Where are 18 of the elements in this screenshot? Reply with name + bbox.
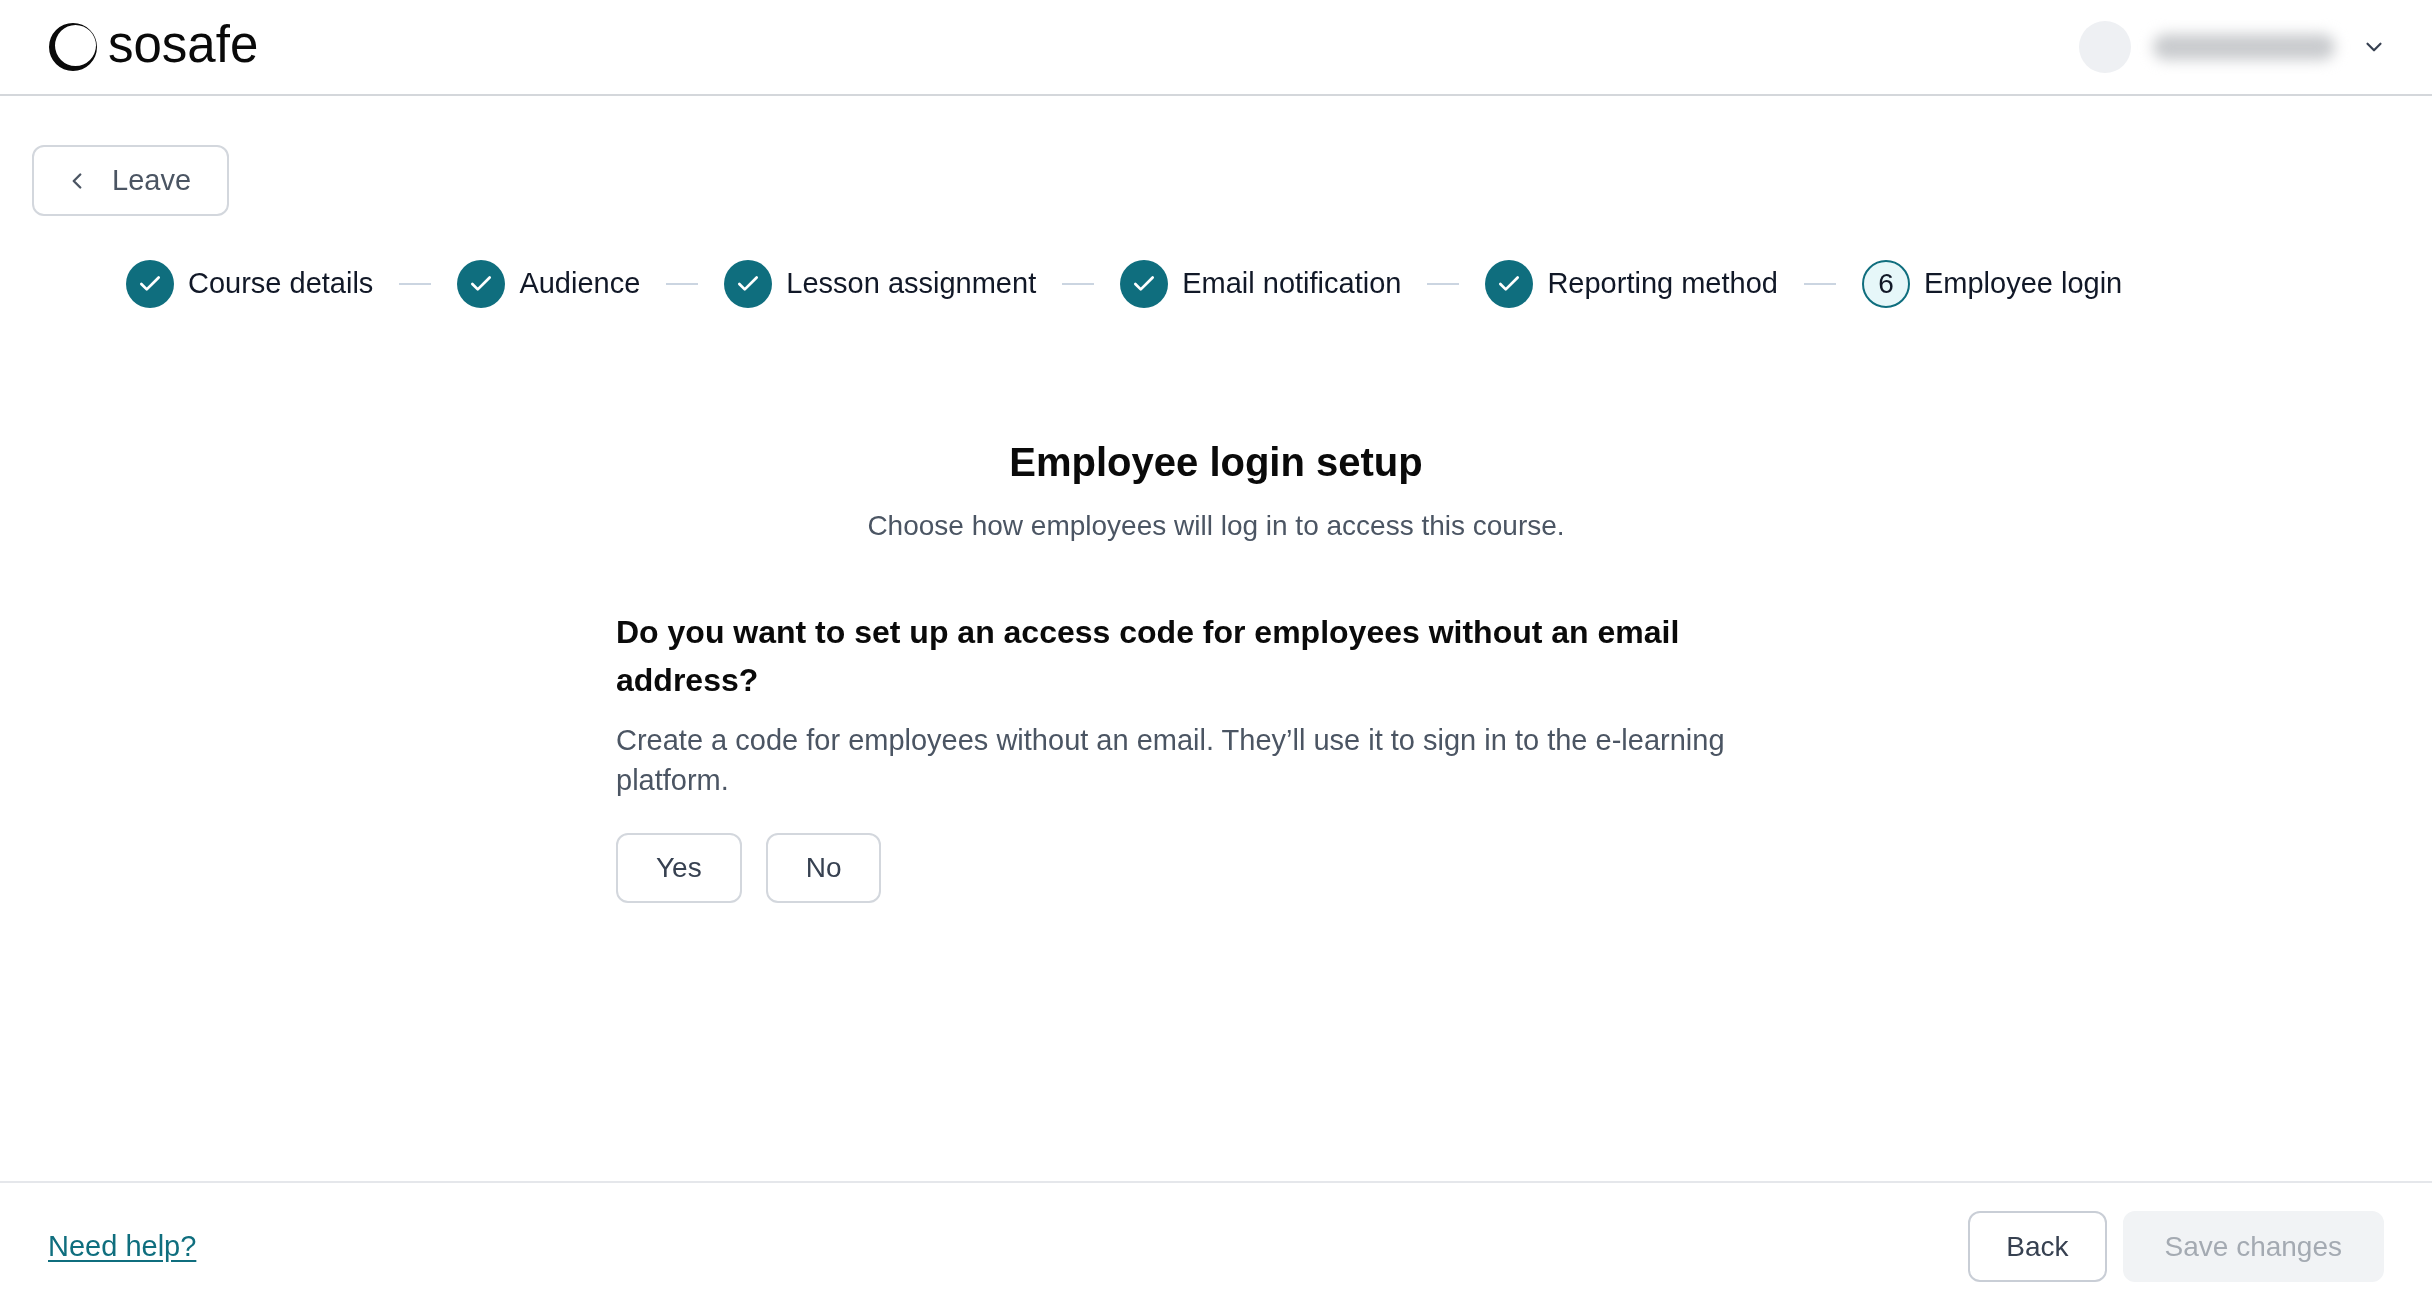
footer-button[interactable]: Back: [1968, 1211, 2107, 1282]
option-button[interactable]: Yes: [616, 833, 742, 903]
question-text: Do you want to set up an access code for employees without an email address?: [616, 613, 1681, 700]
page-subtitle: Choose how employees will log in to access this course.: [867, 509, 1565, 543]
step-label: Lesson assignment: [786, 266, 1037, 302]
step-label: Course details: [188, 266, 374, 302]
step-label: Email notification: [1182, 266, 1402, 302]
step-number: 6: [1861, 260, 1910, 308]
step-label: Reporting method: [1547, 266, 1778, 302]
option-button[interactable]: No: [765, 833, 882, 903]
help-link[interactable]: Need help?: [48, 1224, 197, 1269]
logo-text: sosafe: [108, 18, 259, 75]
page-title: Employee login setup: [1009, 439, 1423, 486]
step-label: Employee login: [1923, 266, 2123, 302]
question-description: Create a code for employees without an email. They’ll use it to sign in to the e-learning platform.: [616, 723, 1726, 798]
logo-icon: [48, 22, 98, 72]
leave-button[interactable]: Leave: [32, 145, 229, 216]
step-label: Audience: [519, 266, 641, 302]
